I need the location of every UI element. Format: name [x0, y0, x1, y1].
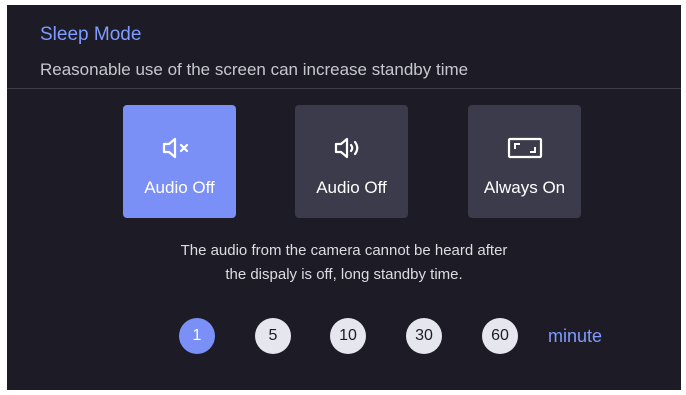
description-line: The audio from the camera cannot be hear…	[180, 242, 508, 259]
mode-label: Audio Off	[144, 178, 215, 197]
screen-frame-icon	[468, 135, 581, 161]
timer-option-1[interactable]: 1	[179, 318, 215, 354]
mode-description: The audio from the camera cannot be hear…	[7, 239, 681, 287]
mode-label: Audio Off	[316, 178, 387, 197]
mode-audio-off-sound-button[interactable]: Audio Off	[295, 105, 408, 218]
speaker-sound-icon	[295, 135, 408, 161]
timer-option-30[interactable]: 30	[406, 318, 442, 354]
timer-option-60[interactable]: 60	[482, 318, 518, 354]
timer-unit-label: minute	[548, 326, 603, 346]
sleep-mode-panel: Sleep Mode Reasonable use of the screen …	[7, 5, 681, 390]
timer-option-5[interactable]: 5	[255, 318, 291, 354]
timer-option-10[interactable]: 10	[330, 318, 366, 354]
page-title: Sleep Mode	[40, 24, 142, 45]
divider	[7, 88, 681, 89]
description-line: the dispaly is off, long standby time.	[225, 266, 463, 283]
mode-audio-off-muted-button[interactable]: Audio Off	[123, 105, 236, 218]
mode-label: Always On	[483, 178, 566, 197]
page-subtitle: Reasonable use of the screen can increas…	[40, 60, 469, 79]
mode-always-on-button[interactable]: Always On	[468, 105, 581, 218]
speaker-muted-icon	[123, 135, 236, 161]
